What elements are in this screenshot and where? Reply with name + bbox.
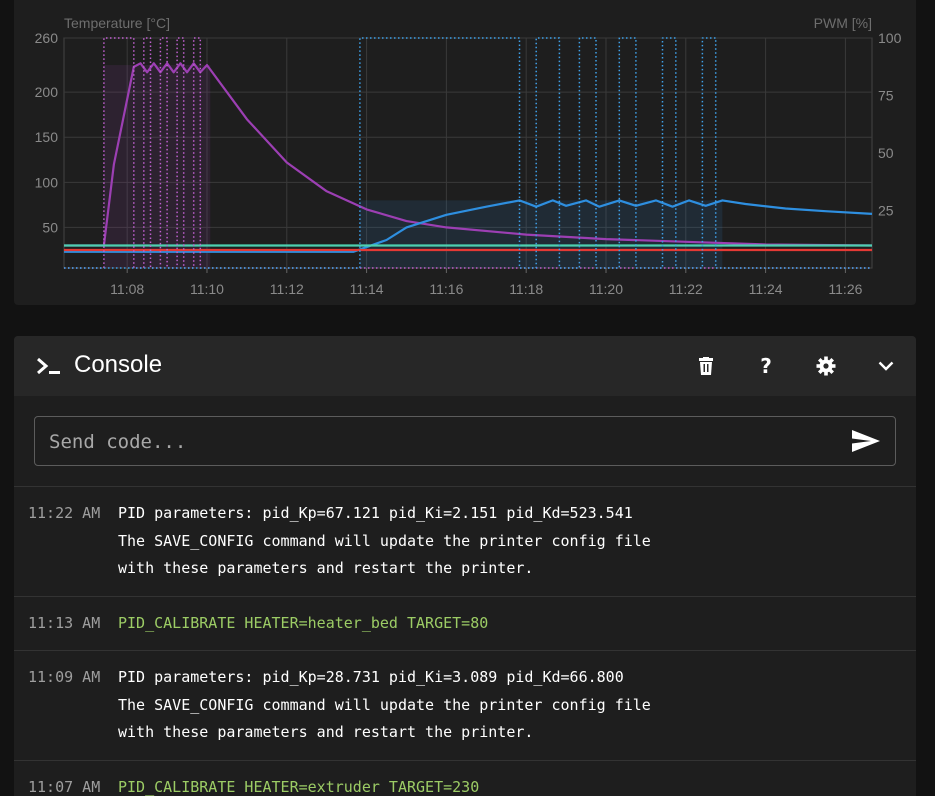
temperature-chart-panel: 260 200 150 100 50 100 75 50 25 11:08 11:10 11:12 11… bbox=[14, 0, 916, 305]
right-axis-title: PWM [%] bbox=[814, 15, 872, 31]
help-button[interactable]: ? bbox=[751, 351, 781, 381]
x-tick-label: 11:12 bbox=[270, 281, 304, 297]
console-entry-time: 11:09 AM bbox=[28, 664, 100, 692]
console-log: 11:22 AM PID parameters: pid_Kp=67.121 pi… bbox=[14, 486, 916, 796]
y-left-tick-label: 200 bbox=[35, 84, 59, 100]
console-title: Console bbox=[74, 350, 162, 380]
console-entry-message: PID parameters: pid_Kp=28.731 pid_Ki=3.0… bbox=[118, 664, 916, 747]
clear-console-button[interactable] bbox=[691, 351, 721, 381]
help-icon: ? bbox=[760, 354, 772, 378]
y-left-tick-label: 260 bbox=[35, 30, 59, 46]
command-input[interactable] bbox=[47, 417, 831, 467]
y-left-tick-label: 50 bbox=[42, 219, 58, 235]
temperature-chart[interactable]: 260 200 150 100 50 100 75 50 25 11:08 11:10 11:12 11… bbox=[14, 0, 916, 305]
y-right-tick-label: 25 bbox=[878, 203, 894, 219]
x-tick-label: 11:26 bbox=[828, 281, 862, 297]
y-right-tick-label: 100 bbox=[878, 30, 902, 46]
chevron-down-icon bbox=[878, 361, 894, 371]
send-icon[interactable] bbox=[849, 427, 883, 455]
left-axis-title: Temperature [°C] bbox=[64, 15, 170, 31]
console-entry-time: 11:13 AM bbox=[28, 610, 100, 638]
y-right-tick-label: 75 bbox=[878, 88, 894, 104]
x-tick-label: 11:24 bbox=[749, 281, 783, 297]
x-tick-label: 11:20 bbox=[589, 281, 623, 297]
x-tick-label: 11:18 bbox=[509, 281, 543, 297]
console-entry-message[interactable]: PID_CALIBRATE HEATER=extruder TARGET=230 bbox=[118, 774, 916, 796]
console-entry-time: 11:22 AM bbox=[28, 500, 100, 528]
y-left-tick-label: 150 bbox=[35, 129, 59, 145]
console-panel: Console ? bbox=[14, 336, 916, 796]
console-entry: 11:09 AM PID parameters: pid_Kp=28.731 pi… bbox=[14, 650, 916, 760]
console-prompt-icon bbox=[36, 356, 62, 376]
collapse-button[interactable] bbox=[871, 351, 901, 381]
console-entry: 11:22 AM PID parameters: pid_Kp=67.121 pi… bbox=[14, 486, 916, 596]
x-tick-label: 11:08 bbox=[110, 281, 144, 297]
x-tick-label: 11:16 bbox=[429, 281, 463, 297]
console-entry: 11:13 AM PID_CALIBRATE HEATER=heater_bed … bbox=[14, 596, 916, 651]
x-tick-label: 11:10 bbox=[190, 281, 224, 297]
x-tick-label: 11:22 bbox=[669, 281, 703, 297]
command-input-box bbox=[34, 416, 896, 466]
console-entry-message: PID parameters: pid_Kp=67.121 pid_Ki=2.1… bbox=[118, 500, 916, 583]
heater-bed-target-area bbox=[360, 200, 722, 268]
y-right-tick-label: 50 bbox=[878, 145, 894, 161]
trash-icon bbox=[698, 357, 714, 375]
settings-button[interactable] bbox=[811, 351, 841, 381]
console-header: Console ? bbox=[14, 336, 916, 396]
console-entry-message[interactable]: PID_CALIBRATE HEATER=heater_bed TARGET=8… bbox=[118, 610, 916, 638]
y-left-tick-label: 100 bbox=[35, 174, 59, 190]
gear-icon bbox=[816, 356, 836, 376]
console-entry-time: 11:07 AM bbox=[28, 774, 100, 796]
x-tick-label: 11:14 bbox=[350, 281, 384, 297]
